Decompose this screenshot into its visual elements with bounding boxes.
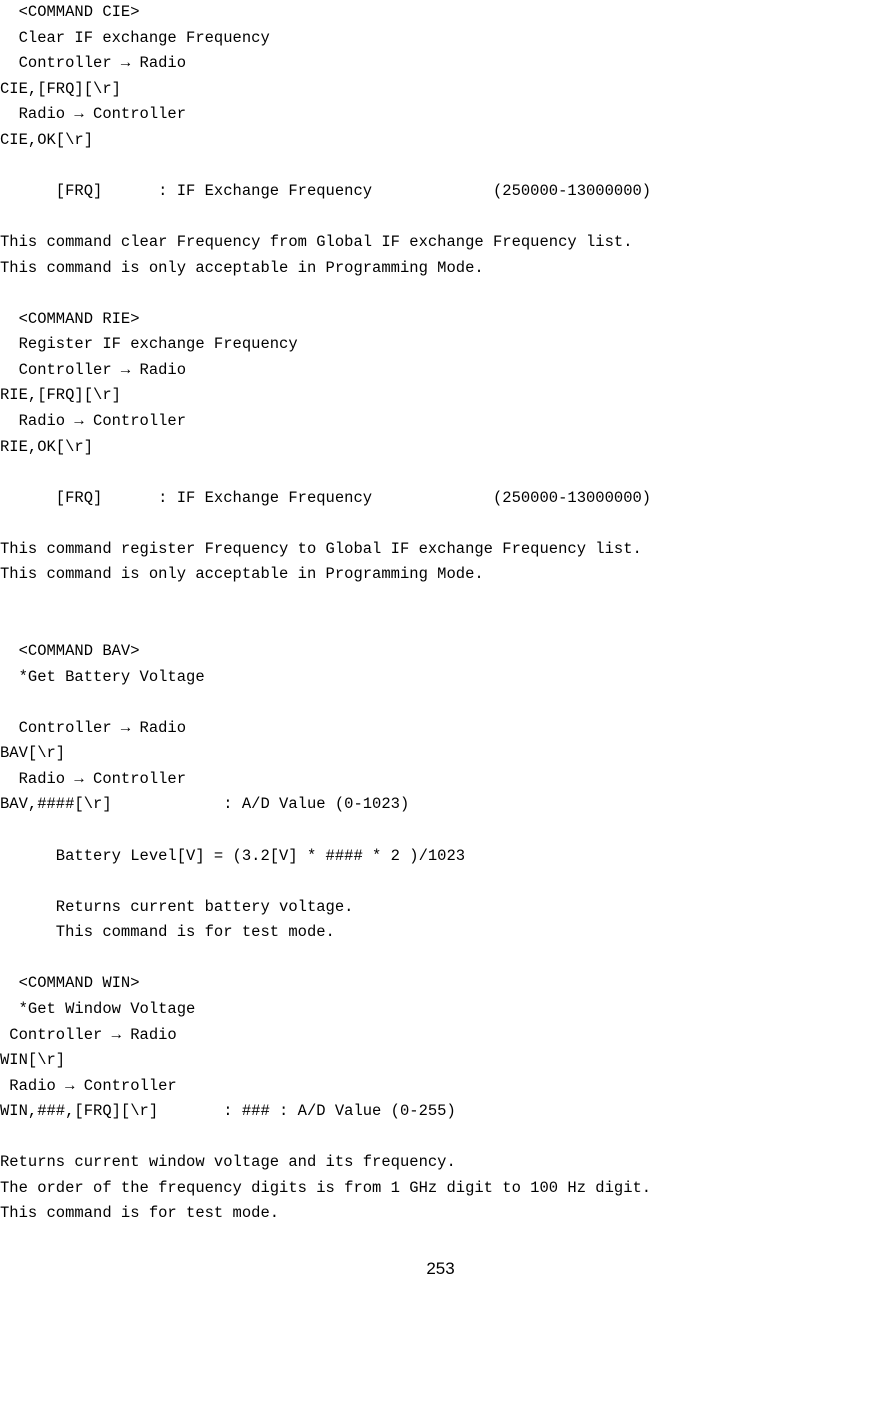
win-cmd1: WIN[\r] [0, 1051, 65, 1069]
win-cmd2: WIN,###,[FRQ][\r] : ### : A/D Value (0-2… [0, 1102, 456, 1120]
cie-dir1: Controller → Radio [0, 54, 186, 72]
bav-formula: Battery Level[V] = (3.2[V] * #### * 2 )/… [0, 847, 465, 865]
win-desc1: Returns current window voltage and its f… [0, 1153, 456, 1171]
page-number: 253 [0, 1255, 881, 1283]
bav-cmd1: BAV[\r] [0, 744, 65, 762]
rie-dir2: Radio → Controller [0, 412, 186, 430]
rie-dir1: Controller → Radio [0, 361, 186, 379]
cie-cmd1: CIE,[FRQ][\r] [0, 80, 121, 98]
bav-desc1: Returns current battery voltage. [0, 898, 353, 916]
bav-title: *Get Battery Voltage [0, 668, 205, 686]
bav-header: <COMMAND BAV> [0, 642, 140, 660]
win-dir2: Radio → Controller [0, 1077, 177, 1095]
cie-cmd2: CIE,OK[\r] [0, 131, 93, 149]
rie-desc2: This command is only acceptable in Progr… [0, 565, 484, 583]
win-desc3: This command is for test mode. [0, 1204, 279, 1222]
win-desc2: The order of the frequency digits is fro… [0, 1179, 651, 1197]
win-dir1: Controller → Radio [0, 1026, 177, 1044]
page-content: <COMMAND CIE> Clear IF exchange Frequenc… [0, 0, 881, 1227]
bav-desc2: This command is for test mode. [0, 923, 335, 941]
cie-desc1: This command clear Frequency from Global… [0, 233, 633, 251]
rie-cmd1: RIE,[FRQ][\r] [0, 386, 121, 404]
rie-cmd2: RIE,OK[\r] [0, 438, 93, 456]
bav-dir2: Radio → Controller [0, 770, 186, 788]
cie-header: <COMMAND CIE> [0, 3, 140, 21]
rie-param: [FRQ] : IF Exchange Frequency (250000-13… [0, 489, 651, 507]
cie-desc2: This command is only acceptable in Progr… [0, 259, 484, 277]
win-title: *Get Window Voltage [0, 1000, 195, 1018]
cie-title: Clear IF exchange Frequency [0, 29, 270, 47]
rie-header: <COMMAND RIE> [0, 310, 140, 328]
rie-title: Register IF exchange Frequency [0, 335, 298, 353]
rie-desc1: This command register Frequency to Globa… [0, 540, 642, 558]
win-header: <COMMAND WIN> [0, 974, 140, 992]
cie-param: [FRQ] : IF Exchange Frequency (250000-13… [0, 182, 651, 200]
bav-dir1: Controller → Radio [0, 719, 186, 737]
cie-dir2: Radio → Controller [0, 105, 186, 123]
bav-cmd2: BAV,####[\r] : A/D Value (0-1023) [0, 795, 409, 813]
